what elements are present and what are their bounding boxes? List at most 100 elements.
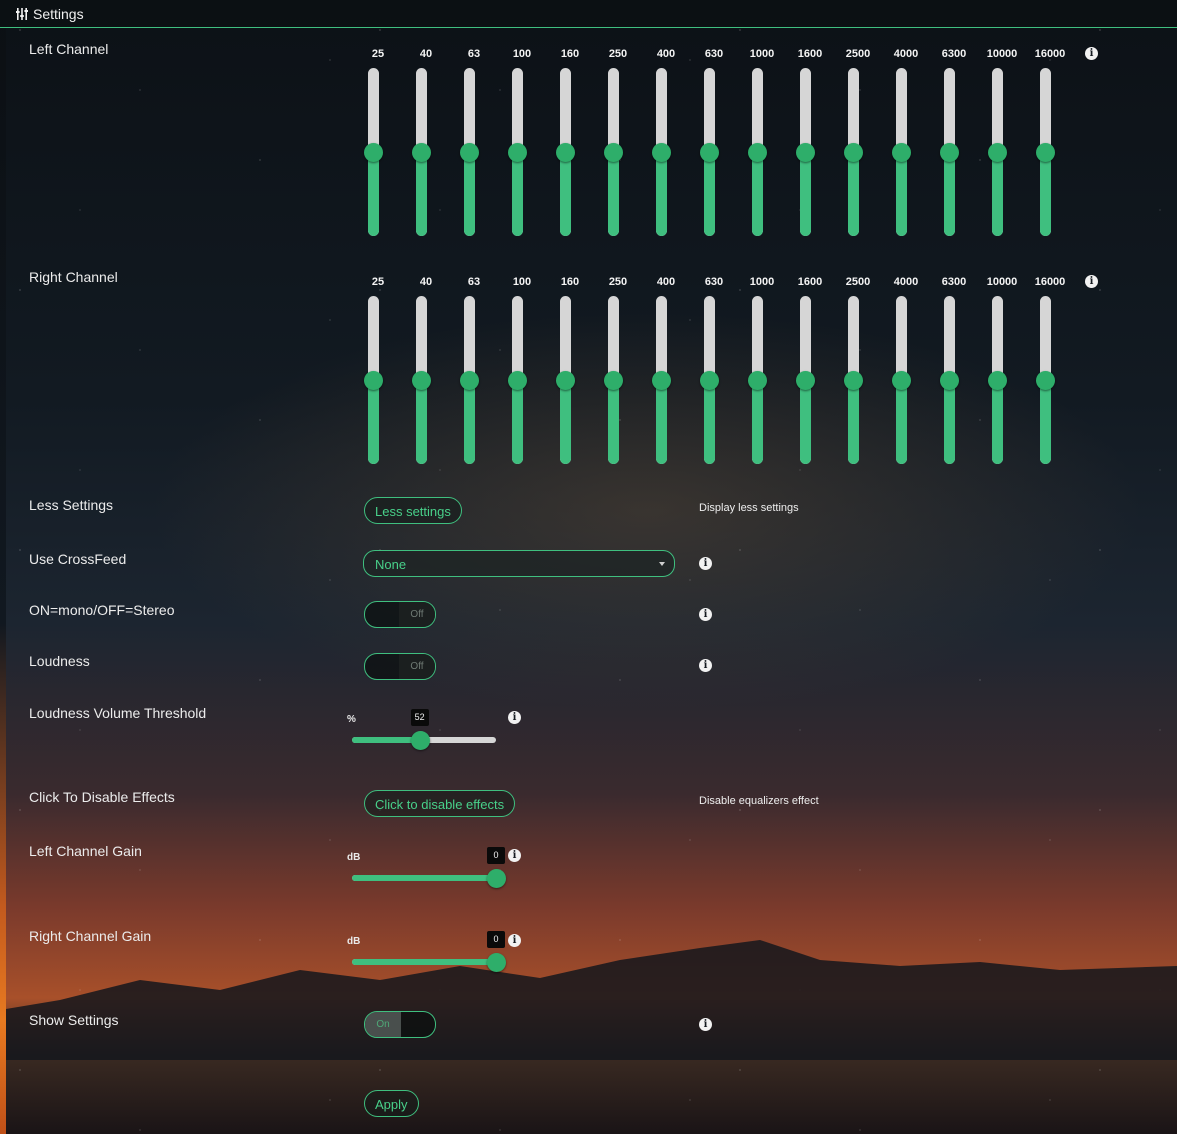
- band-slider-handle[interactable]: [1036, 142, 1055, 162]
- right-channel-band-6300[interactable]: 6300: [934, 276, 974, 476]
- show-settings-toggle-state: On: [365, 1012, 401, 1037]
- band-slider-handle[interactable]: [652, 142, 671, 162]
- band-slider-handle[interactable]: [508, 370, 527, 390]
- band-slider-handle[interactable]: [748, 370, 767, 390]
- band-frequency-label: 2500: [845, 48, 871, 60]
- band-slider-handle[interactable]: [412, 142, 431, 162]
- right-channel-band-1600[interactable]: 1600: [790, 276, 830, 476]
- show-settings-toggle[interactable]: On: [364, 1011, 436, 1038]
- left-channel-band-2500[interactable]: 2500: [838, 48, 878, 248]
- band-slider-handle[interactable]: [988, 370, 1007, 390]
- loudness-threshold-slider[interactable]: % 52: [347, 709, 496, 754]
- left-gain-info-icon[interactable]: i: [508, 849, 521, 862]
- right-channel-band-1000[interactable]: 1000: [742, 276, 782, 476]
- left-channel-band-63[interactable]: 63: [454, 48, 494, 248]
- left-channel-band-1600[interactable]: 1600: [790, 48, 830, 248]
- chevron-down-icon: [659, 562, 665, 566]
- band-slider-handle[interactable]: [700, 142, 719, 162]
- right-channel-band-630[interactable]: 630: [694, 276, 734, 476]
- band-slider-fill: [656, 152, 667, 236]
- loudness-threshold-handle[interactable]: [410, 731, 430, 750]
- band-frequency-label: 400: [656, 276, 676, 288]
- band-slider-handle[interactable]: [892, 370, 911, 390]
- less-settings-button[interactable]: Less settings: [364, 497, 462, 524]
- band-slider-handle[interactable]: [892, 142, 911, 162]
- right-channel-band-16000[interactable]: 16000: [1030, 276, 1070, 476]
- band-slider-handle[interactable]: [508, 142, 527, 162]
- left-channel-band-160[interactable]: 160: [550, 48, 590, 248]
- band-slider-handle[interactable]: [556, 142, 575, 162]
- band-slider-handle[interactable]: [844, 370, 863, 390]
- right-gain-handle[interactable]: [487, 953, 506, 972]
- left-channel-band-4000[interactable]: 4000: [886, 48, 926, 248]
- right-channel-band-4000[interactable]: 4000: [886, 276, 926, 476]
- band-slider-handle[interactable]: [604, 370, 623, 390]
- loudness-threshold-info-icon[interactable]: i: [508, 711, 521, 724]
- band-slider-fill: [368, 152, 379, 236]
- crossfeed-info-icon[interactable]: i: [699, 557, 712, 570]
- left-channel-band-16000[interactable]: 16000: [1030, 48, 1070, 248]
- band-slider-handle[interactable]: [796, 370, 815, 390]
- apply-button[interactable]: Apply: [364, 1090, 419, 1117]
- right-gain-info-icon[interactable]: i: [508, 934, 521, 947]
- left-gain-slider[interactable]: dB 0: [347, 847, 506, 892]
- band-slider-handle[interactable]: [700, 370, 719, 390]
- band-slider-handle[interactable]: [844, 142, 863, 162]
- band-slider-handle[interactable]: [460, 370, 479, 390]
- disable-effects-button[interactable]: Click to disable effects: [364, 790, 516, 817]
- loudness-info-icon[interactable]: i: [699, 659, 712, 672]
- mono-toggle[interactable]: Off: [364, 601, 436, 628]
- band-frequency-label: 63: [467, 276, 481, 288]
- band-slider-handle[interactable]: [988, 142, 1007, 162]
- right-channel-info-icon[interactable]: i: [1085, 275, 1098, 288]
- right-gain-slider[interactable]: dB 0: [347, 931, 506, 976]
- right-channel-band-160[interactable]: 160: [550, 276, 590, 476]
- band-slider-handle[interactable]: [748, 142, 767, 162]
- band-slider-handle[interactable]: [796, 142, 815, 162]
- loudness-toggle[interactable]: Off: [364, 653, 436, 680]
- mono-info-icon[interactable]: i: [699, 608, 712, 621]
- band-slider-handle[interactable]: [460, 142, 479, 162]
- band-frequency-label: 40: [419, 48, 433, 60]
- left-channel-band-1000[interactable]: 1000: [742, 48, 782, 248]
- right-channel-band-100[interactable]: 100: [502, 276, 542, 476]
- right-channel-band-40[interactable]: 40: [406, 276, 446, 476]
- band-slider-fill: [416, 152, 427, 236]
- left-channel-band-10000[interactable]: 10000: [982, 48, 1022, 248]
- band-slider-handle[interactable]: [604, 142, 623, 162]
- band-slider-handle[interactable]: [556, 370, 575, 390]
- band-slider-fill: [656, 380, 667, 464]
- left-channel-band-400[interactable]: 400: [646, 48, 686, 248]
- loudness-threshold-value: 52: [410, 709, 429, 726]
- left-channel-band-25[interactable]: 25: [358, 48, 398, 248]
- crossfeed-selected-value: None: [375, 557, 407, 572]
- show-settings-info-icon[interactable]: i: [699, 1018, 712, 1031]
- left-channel-band-630[interactable]: 630: [694, 48, 734, 248]
- band-slider-handle[interactable]: [364, 370, 383, 390]
- left-channel-band-40[interactable]: 40: [406, 48, 446, 248]
- band-frequency-label: 1000: [749, 276, 775, 288]
- crossfeed-select[interactable]: None: [363, 550, 675, 577]
- left-gain-handle[interactable]: [487, 869, 506, 888]
- right-channel-band-400[interactable]: 400: [646, 276, 686, 476]
- band-slider-handle[interactable]: [652, 370, 671, 390]
- band-slider-fill: [848, 380, 859, 464]
- band-slider-handle[interactable]: [364, 142, 383, 162]
- band-slider-handle[interactable]: [412, 370, 431, 390]
- left-channel-band-6300[interactable]: 6300: [934, 48, 974, 248]
- left-channel-band-100[interactable]: 100: [502, 48, 542, 248]
- band-slider-fill: [608, 152, 619, 236]
- band-slider-fill: [944, 380, 955, 464]
- left-channel-info-icon[interactable]: i: [1085, 47, 1098, 60]
- left-channel-band-250[interactable]: 250: [598, 48, 638, 248]
- right-channel-band-250[interactable]: 250: [598, 276, 638, 476]
- right-channel-band-63[interactable]: 63: [454, 276, 494, 476]
- right-channel-band-10000[interactable]: 10000: [982, 276, 1022, 476]
- right-channel-band-2500[interactable]: 2500: [838, 276, 878, 476]
- right-channel-band-25[interactable]: 25: [358, 276, 398, 476]
- band-slider-handle[interactable]: [1036, 370, 1055, 390]
- band-slider-handle[interactable]: [940, 370, 959, 390]
- band-slider-handle[interactable]: [940, 142, 959, 162]
- window-title: Settings: [33, 5, 84, 22]
- band-frequency-label: 6300: [941, 48, 967, 60]
